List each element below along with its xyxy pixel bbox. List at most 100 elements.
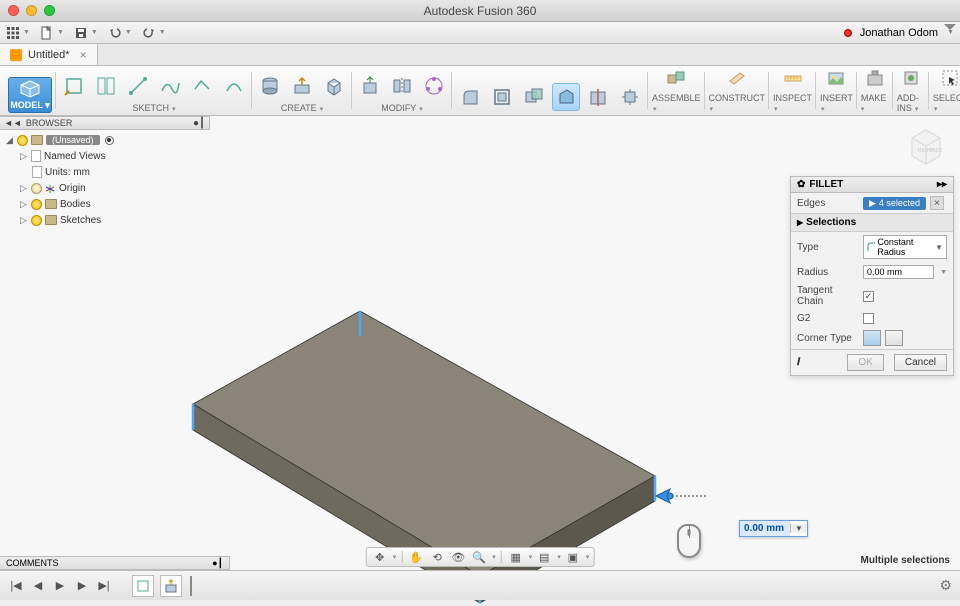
- timeline-back-button[interactable]: ◀: [30, 578, 46, 594]
- visibility-bulb-icon[interactable]: [31, 215, 42, 226]
- display-settings-button[interactable]: ▦: [507, 549, 525, 565]
- modify-pattern-button[interactable]: [420, 72, 448, 100]
- timeline-play-button[interactable]: ▶: [52, 578, 68, 594]
- corner-type-setback-button[interactable]: [885, 330, 903, 346]
- sketch-arc-button[interactable]: [188, 72, 216, 100]
- document-tab[interactable]: Untitled* ×: [0, 44, 98, 65]
- redo-button[interactable]: ▼: [142, 26, 166, 40]
- timeline-extrude-feature[interactable]: [160, 575, 182, 597]
- zoom-button[interactable]: 🔍: [470, 549, 488, 565]
- visibility-bulb-icon[interactable]: [31, 199, 42, 210]
- free-orbit-button[interactable]: ⟲: [428, 549, 446, 565]
- close-tab-button[interactable]: ×: [80, 48, 87, 62]
- edges-selection-chip[interactable]: ▶4 selected: [863, 197, 926, 210]
- modify-split-button[interactable]: [584, 83, 612, 111]
- visibility-bulb-icon[interactable]: [17, 135, 28, 146]
- fillet-title: FILLET: [809, 179, 843, 190]
- modify-presspull-button[interactable]: [356, 72, 384, 100]
- tree-sketches[interactable]: ▷ Sketches: [4, 212, 204, 228]
- radius-float-field[interactable]: [740, 521, 790, 536]
- comments-pin-icon[interactable]: ●┃: [212, 558, 223, 569]
- quick-access-toolbar: ▼ ▼ ▼ ▼ ▼ Jonathan Odom ▼: [0, 22, 960, 44]
- sketch-create-button[interactable]: [60, 72, 88, 100]
- make-3dprint-button[interactable]: [861, 64, 889, 92]
- fillet-dialog-header[interactable]: ✿ FILLET ▸▸: [791, 177, 953, 193]
- timeline-start-button[interactable]: |◀: [8, 578, 24, 594]
- fillet-drag-handle[interactable]: [650, 484, 710, 508]
- file-menu-button[interactable]: ▼: [40, 26, 64, 40]
- radius-float-input[interactable]: ▼: [739, 520, 808, 537]
- grid-settings-button[interactable]: ▤: [535, 549, 553, 565]
- sketch-spline-button[interactable]: [156, 72, 184, 100]
- select-group-label: SELECT: [933, 93, 960, 103]
- timeline-settings-button[interactable]: ⚙: [939, 577, 952, 594]
- modify-fillet-button[interactable]: [456, 83, 484, 111]
- modify-active-tool-button[interactable]: [552, 83, 580, 111]
- timeline-playhead[interactable]: [190, 576, 192, 596]
- status-text: Multiple selections: [861, 555, 950, 566]
- timeline-forward-button[interactable]: ▶: [74, 578, 90, 594]
- tree-named-views[interactable]: ▷ Named Views: [4, 148, 204, 164]
- selections-header[interactable]: ▶Selections: [791, 213, 953, 232]
- radius-float-dropdown[interactable]: ▼: [790, 524, 807, 533]
- browser-pin-icon[interactable]: ●┃: [193, 118, 205, 129]
- gear-icon[interactable]: ✿: [797, 179, 805, 190]
- tree-bodies[interactable]: ▷ Bodies: [4, 196, 204, 212]
- cancel-button[interactable]: Cancel: [894, 354, 947, 371]
- look-at-button[interactable]: 👁: [449, 549, 467, 565]
- minimize-window-button[interactable]: [26, 5, 37, 16]
- info-icon[interactable]: 𝒊: [797, 357, 800, 368]
- tangent-chain-checkbox[interactable]: ✓: [863, 291, 874, 302]
- save-button[interactable]: ▼: [74, 26, 98, 40]
- radius-input[interactable]: 0.00 mm: [863, 265, 934, 279]
- insert-button[interactable]: [822, 64, 850, 92]
- folder-icon: [45, 215, 57, 225]
- tree-origin[interactable]: ▷ Origin: [4, 180, 204, 196]
- orbit-button[interactable]: ✥: [371, 549, 389, 565]
- comments-panel-header[interactable]: COMMENTS ●┃: [0, 556, 230, 570]
- workspace-model-button[interactable]: MODEL ▾: [8, 77, 52, 113]
- popout-icon[interactable]: ▸▸: [937, 179, 947, 190]
- modify-mirror-button[interactable]: [388, 72, 416, 100]
- tree-root[interactable]: ◢ (Unsaved): [4, 132, 204, 148]
- apps-grid-button[interactable]: ▼: [6, 26, 30, 40]
- mouse-hint-icon: [677, 524, 701, 558]
- viewcube[interactable]: RIGHT BACK: [902, 122, 950, 170]
- construct-group-label: CONSTRUCT: [709, 93, 766, 103]
- sketch-circle-button[interactable]: [220, 72, 248, 100]
- type-dropdown[interactable]: Constant Radius▼: [863, 235, 947, 259]
- create-extrude-button[interactable]: [288, 72, 316, 100]
- undo-button[interactable]: ▼: [108, 26, 132, 40]
- construct-plane-button[interactable]: [723, 64, 751, 92]
- assemble-joint-button[interactable]: [662, 64, 690, 92]
- g2-checkbox[interactable]: [863, 313, 874, 324]
- user-name[interactable]: Jonathan Odom: [860, 27, 938, 39]
- addins-button[interactable]: [897, 64, 925, 92]
- corner-type-rolling-button[interactable]: [863, 330, 881, 346]
- app-title: Autodesk Fusion 360: [424, 4, 537, 18]
- modify-move-button[interactable]: [616, 83, 644, 111]
- sketch-line-button[interactable]: [92, 72, 120, 100]
- viewport-layout-button[interactable]: ▣: [564, 549, 582, 565]
- clear-selection-button[interactable]: ×: [930, 196, 944, 210]
- select-button[interactable]: [936, 64, 960, 92]
- tangent-chain-label: Tangent Chain: [797, 285, 859, 307]
- fusion-doc-icon: [10, 49, 22, 61]
- tree-units[interactable]: Units: mm: [4, 164, 204, 180]
- close-window-button[interactable]: [8, 5, 19, 16]
- inspect-measure-button[interactable]: [779, 64, 807, 92]
- browser-panel-header[interactable]: ◄◄ BROWSER ●┃: [0, 116, 210, 130]
- create-cylinder-button[interactable]: [256, 72, 284, 100]
- timeline-end-button[interactable]: ▶|: [96, 578, 112, 594]
- maximize-window-button[interactable]: [44, 5, 55, 16]
- modify-shell-button[interactable]: [488, 83, 516, 111]
- visibility-bulb-icon[interactable]: [31, 183, 42, 194]
- radio-indicator-icon[interactable]: [105, 136, 114, 145]
- sketch-rectangle-button[interactable]: [124, 72, 152, 100]
- timeline-sketch-feature[interactable]: [132, 575, 154, 597]
- ok-button[interactable]: OK: [847, 354, 883, 371]
- modify-combine-button[interactable]: [520, 83, 548, 111]
- pan-button[interactable]: ✋: [407, 549, 425, 565]
- collapse-ribbon-button[interactable]: [944, 24, 956, 30]
- create-box-button[interactable]: [320, 72, 348, 100]
